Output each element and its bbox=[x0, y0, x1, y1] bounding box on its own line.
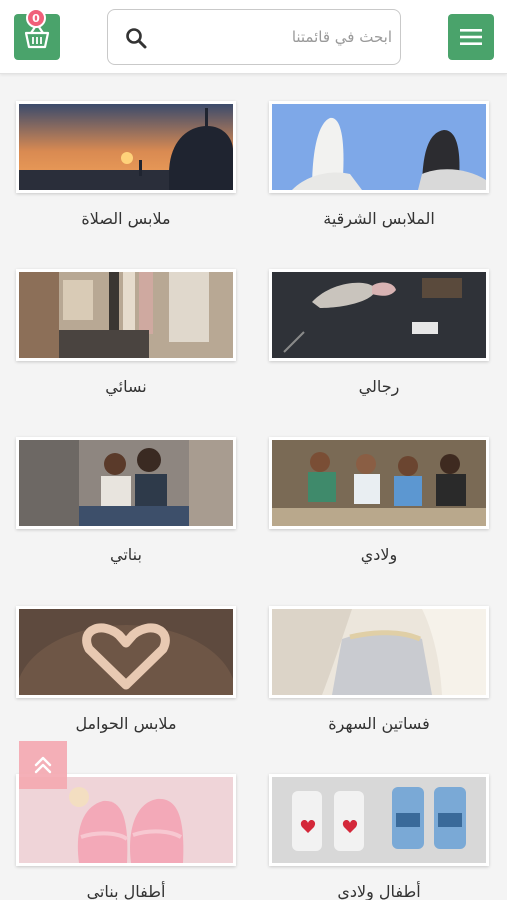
category-label[interactable]: رجالي bbox=[269, 377, 489, 396]
category-label[interactable]: أطفال بناتي bbox=[16, 882, 236, 900]
search-box bbox=[107, 9, 401, 65]
category-image[interactable] bbox=[269, 437, 489, 529]
cart-count-badge: 0 bbox=[26, 8, 46, 28]
category-label[interactable]: الملابس الشرقية bbox=[269, 209, 489, 228]
category-label[interactable]: فساتين السهرة bbox=[269, 714, 489, 733]
search-input[interactable] bbox=[162, 18, 392, 56]
category-image[interactable] bbox=[16, 606, 236, 698]
category-image[interactable] bbox=[269, 606, 489, 698]
category-image[interactable] bbox=[269, 774, 489, 866]
hamburger-icon bbox=[460, 29, 482, 45]
category-label[interactable]: أطفال ولادي bbox=[269, 882, 489, 900]
menu-button[interactable] bbox=[448, 14, 494, 60]
category-image[interactable] bbox=[269, 269, 489, 361]
category-image[interactable] bbox=[16, 101, 236, 193]
category-label[interactable]: ملابس الصلاة bbox=[16, 209, 236, 228]
category-image[interactable] bbox=[269, 101, 489, 193]
search-icon[interactable] bbox=[124, 26, 148, 50]
category-label[interactable]: ملابس الحوامل bbox=[16, 714, 236, 733]
category-label[interactable]: ولادي bbox=[269, 545, 489, 564]
category-label[interactable]: بناتي bbox=[16, 545, 236, 564]
category-image[interactable] bbox=[16, 437, 236, 529]
double-chevron-up-icon bbox=[34, 756, 52, 774]
basket-icon bbox=[24, 25, 50, 49]
top-bar: 0 bbox=[0, 0, 507, 74]
category-label[interactable]: نسائي bbox=[16, 377, 236, 396]
scroll-to-top-button[interactable] bbox=[19, 741, 67, 789]
category-image[interactable] bbox=[16, 269, 236, 361]
